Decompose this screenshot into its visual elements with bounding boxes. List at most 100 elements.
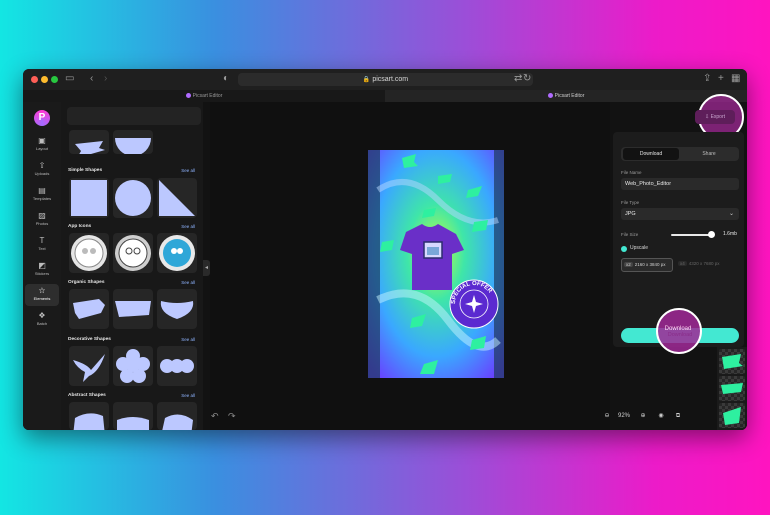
abstract-shape [162,414,193,430]
shape-tile[interactable] [113,178,153,218]
shape-tile[interactable] [157,346,197,386]
page-thumbnail[interactable] [719,403,745,428]
tab-download[interactable]: Download [623,148,679,160]
section-title: Abstract Shapes [68,393,106,398]
tab-overview-icon[interactable]: ▦ [731,73,740,85]
rail-label: Batch [36,321,48,326]
reload-icon[interactable]: ↻ [523,73,531,85]
section-title: Organic Shapes [68,280,105,285]
shape-tile[interactable] [113,233,153,273]
shape-tile[interactable] [69,233,109,273]
resolution-option-x2[interactable]: x2 2160 x 3840 px [621,258,673,272]
rail-item-photos[interactable]: ▨ Photos [25,209,59,231]
picsart-logo[interactable]: P [34,110,50,126]
forward-icon[interactable]: › [104,73,107,85]
zoom-in-icon[interactable]: ⊕ [636,409,650,423]
rail-item-uploads[interactable]: ⇧ Uploads [25,159,59,181]
shape-tile[interactable] [113,402,153,430]
upscale-radio[interactable] [621,246,627,252]
rail-item-templates[interactable]: ▤ Templates [25,184,59,206]
brush-stroke-shape [75,141,105,154]
section-title: App Icons [68,224,92,229]
zoom-level[interactable]: 92% [614,409,634,423]
rail-item-stickers[interactable]: ◩ Stickers [25,259,59,281]
shape-tile[interactable] [69,130,109,154]
address-bar[interactable]: 🔒 picsart.com [238,73,533,86]
browser-tab-2[interactable]: Picsart Editor [385,90,747,102]
file-size-slider-knob[interactable] [708,231,715,238]
shape-tile[interactable] [113,289,153,329]
close-window-button[interactable] [31,76,38,83]
sidebar-toggle-icon[interactable]: ▭ [65,73,74,85]
elements-icon: ☆ [38,286,46,295]
rail-label: Stickers [34,271,50,276]
see-all-app-icons[interactable]: See all [181,224,195,229]
file-type-value: JPG [625,211,636,217]
translate-icon[interactable]: ⇄ [514,73,522,85]
rail-item-text[interactable]: T Text [25,234,59,256]
zoom-out-icon[interactable]: ⊖ [600,409,614,423]
search-input[interactable] [67,107,201,125]
back-icon[interactable]: ‹ [90,73,93,85]
photos-icon: ▨ [38,211,46,220]
resolution-badge: x2 [624,262,633,267]
export-button[interactable]: ⇩ Export [695,110,735,124]
rail-item-layout[interactable]: ▣ Layout [25,134,59,156]
artboard-artwork: SPECIAL OFFER [368,150,504,378]
file-name-input[interactable]: Web_Photo_Editor [621,178,739,190]
undo-icon[interactable]: ↶ [211,411,219,422]
page-thumbnail[interactable] [719,349,745,374]
thumbnail-brush-shape [723,407,741,425]
design-artboard[interactable]: SPECIAL OFFER [368,150,504,378]
url-text: picsart.com [372,76,409,83]
bird-shape [73,354,105,382]
see-all-abstract-shapes[interactable]: See all [181,393,195,398]
file-size-slider-track[interactable] [671,234,711,236]
resolution-option-x4[interactable]: x4 4320 x 7680 px [676,258,726,270]
preview-eye-icon[interactable]: ◉ [654,409,668,423]
abstract-shape [117,417,149,430]
section-title: Simple Shapes [68,168,103,173]
collapse-panel-button[interactable]: ◂ [203,260,210,276]
shape-tile[interactable] [69,402,109,430]
chevron-down-icon: ⌄ [728,211,734,217]
compare-icon[interactable]: ⧉ [671,409,685,423]
browser-tab-1[interactable]: Picsart Editor [23,90,385,102]
shape-tile[interactable] [113,130,153,154]
redo-icon[interactable]: ↷ [228,411,236,422]
shape-tile[interactable] [157,402,197,430]
see-all-organic-shapes[interactable]: See all [181,280,195,285]
file-type-select[interactable]: JPG ⌄ [621,208,739,220]
shape-tile[interactable] [157,233,197,273]
rail-item-elements[interactable]: ☆ Elements [25,284,59,306]
minimize-window-button[interactable] [41,76,48,83]
page-thumbnail[interactable] [719,376,745,401]
thumbnail-brush-shape [722,354,743,369]
shape-tile[interactable] [69,178,109,218]
batch-icon: ❖ [38,311,46,320]
elements-panel: Simple Shapes See all App Icons See all [61,102,241,430]
shape-tile[interactable] [157,289,197,329]
app-icon-shape [71,235,107,271]
shape-tile[interactable] [157,178,197,218]
editor-app: P ▣ Layout ⇧ Uploads ▤ Templates ▨ Photo… [23,94,747,430]
canvas-area[interactable]: SPECIAL OFFER [210,102,610,430]
share-icon[interactable]: ⇪ [703,73,711,85]
tab-share[interactable]: Share [681,148,737,160]
shape-tile[interactable] [69,289,109,329]
see-all-simple-shapes[interactable]: See all [181,168,195,173]
new-tab-icon[interactable]: + [718,73,724,85]
tool-rail: P ▣ Layout ⇧ Uploads ▤ Templates ▨ Photo… [23,102,61,430]
picsart-favicon-icon [547,93,553,99]
browser-titlebar: ▭ ‹ › ◐ 🔒 picsart.com ⇄ ↻ ⇪ + ▦ [23,69,747,90]
rail-label: Layout [35,146,48,151]
maximize-window-button[interactable] [51,76,58,83]
abstract-shape [73,413,105,430]
shape-tile[interactable] [69,346,109,386]
rail-item-batch[interactable]: ❖ Batch [25,309,59,331]
shield-icon[interactable]: ◐ [223,73,229,85]
shape-tile[interactable] [113,346,153,386]
lock-icon: 🔒 [362,77,371,83]
see-all-decorative-shapes[interactable]: See all [181,337,195,342]
thumbnail-brush-shape [721,383,743,394]
